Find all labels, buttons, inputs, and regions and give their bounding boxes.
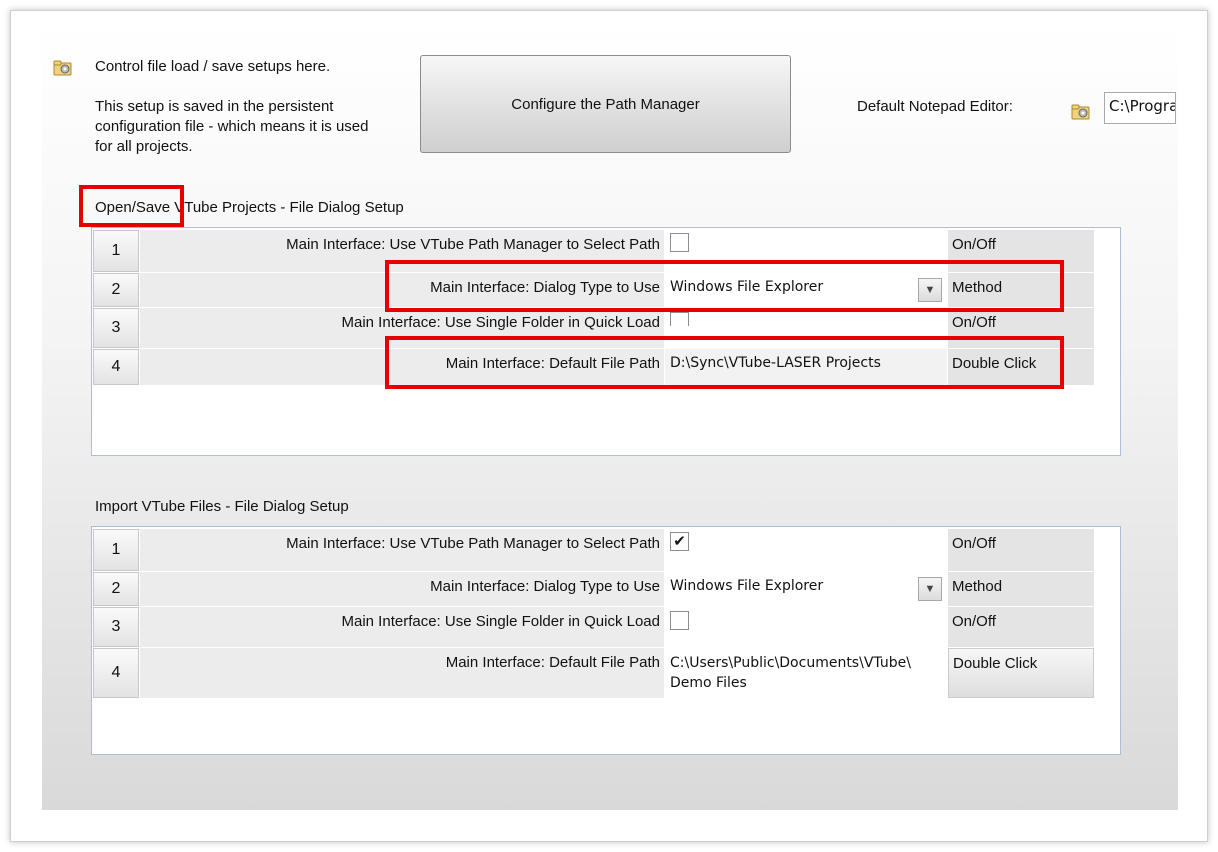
chevron-down-icon[interactable]: ▼ xyxy=(918,577,942,601)
row-number[interactable]: 4 xyxy=(93,349,139,385)
row-number[interactable]: 3 xyxy=(93,607,139,647)
file-path-line: Demo Files xyxy=(670,675,747,691)
highlight-box xyxy=(385,260,1064,312)
highlight-box xyxy=(385,336,1064,389)
row-label: Main Interface: Default File Path xyxy=(140,648,664,698)
import-section-title: Import VTube Files - File Dialog Setup xyxy=(95,498,349,515)
row-number[interactable]: 4 xyxy=(93,648,139,698)
row-unit: Method xyxy=(948,572,1094,606)
path-manager-checkbox[interactable]: ✔ xyxy=(670,532,689,551)
row-number[interactable]: 1 xyxy=(93,230,139,272)
single-folder-checkbox[interactable] xyxy=(670,312,689,326)
dialog-type-select[interactable]: Windows File Explorer xyxy=(665,572,947,606)
gear-folder-icon[interactable] xyxy=(1070,100,1092,122)
double-click-hint[interactable]: Double Click xyxy=(948,648,1094,698)
configure-path-manager-button[interactable]: Configure the Path Manager xyxy=(420,55,791,153)
intro-detail-text: This setup is saved in the persistent co… xyxy=(95,98,369,155)
path-manager-checkbox[interactable] xyxy=(670,233,689,252)
row-unit: On/Off xyxy=(948,607,1094,647)
highlight-box xyxy=(79,185,184,227)
row-label: Main Interface: Use VTube Path Manager t… xyxy=(140,529,664,571)
gear-folder-icon xyxy=(53,60,72,76)
intro-text: Control file load / save setups here. xyxy=(95,58,331,75)
row-value-cell[interactable] xyxy=(665,607,947,647)
notepad-editor-field[interactable]: C:\Progra xyxy=(1104,92,1176,124)
notepad-editor-label: Default Notepad Editor: xyxy=(857,98,1013,115)
row-number[interactable]: 2 xyxy=(93,572,139,606)
row-label: Main Interface: Dialog Type to Use xyxy=(140,572,664,606)
file-path-line: C:\Users\Public\Documents\VTube\ xyxy=(670,655,911,671)
row-number[interactable]: 3 xyxy=(93,308,139,348)
row-unit: On/Off xyxy=(948,529,1094,571)
single-folder-checkbox[interactable] xyxy=(670,611,689,630)
import-grid: 1 Main Interface: Use VTube Path Manager… xyxy=(91,526,1121,755)
checkmark-icon: ✔ xyxy=(673,532,686,550)
row-value-cell[interactable]: ✔ xyxy=(665,529,947,571)
row-number[interactable]: 1 xyxy=(93,529,139,571)
row-number[interactable]: 2 xyxy=(93,273,139,307)
row-label: Main Interface: Use Single Folder in Qui… xyxy=(140,607,664,647)
default-file-path-field[interactable]: C:\Users\Public\Documents\VTube\ Demo Fi… xyxy=(665,648,947,698)
dialog-type-value: Windows File Explorer xyxy=(670,578,824,594)
